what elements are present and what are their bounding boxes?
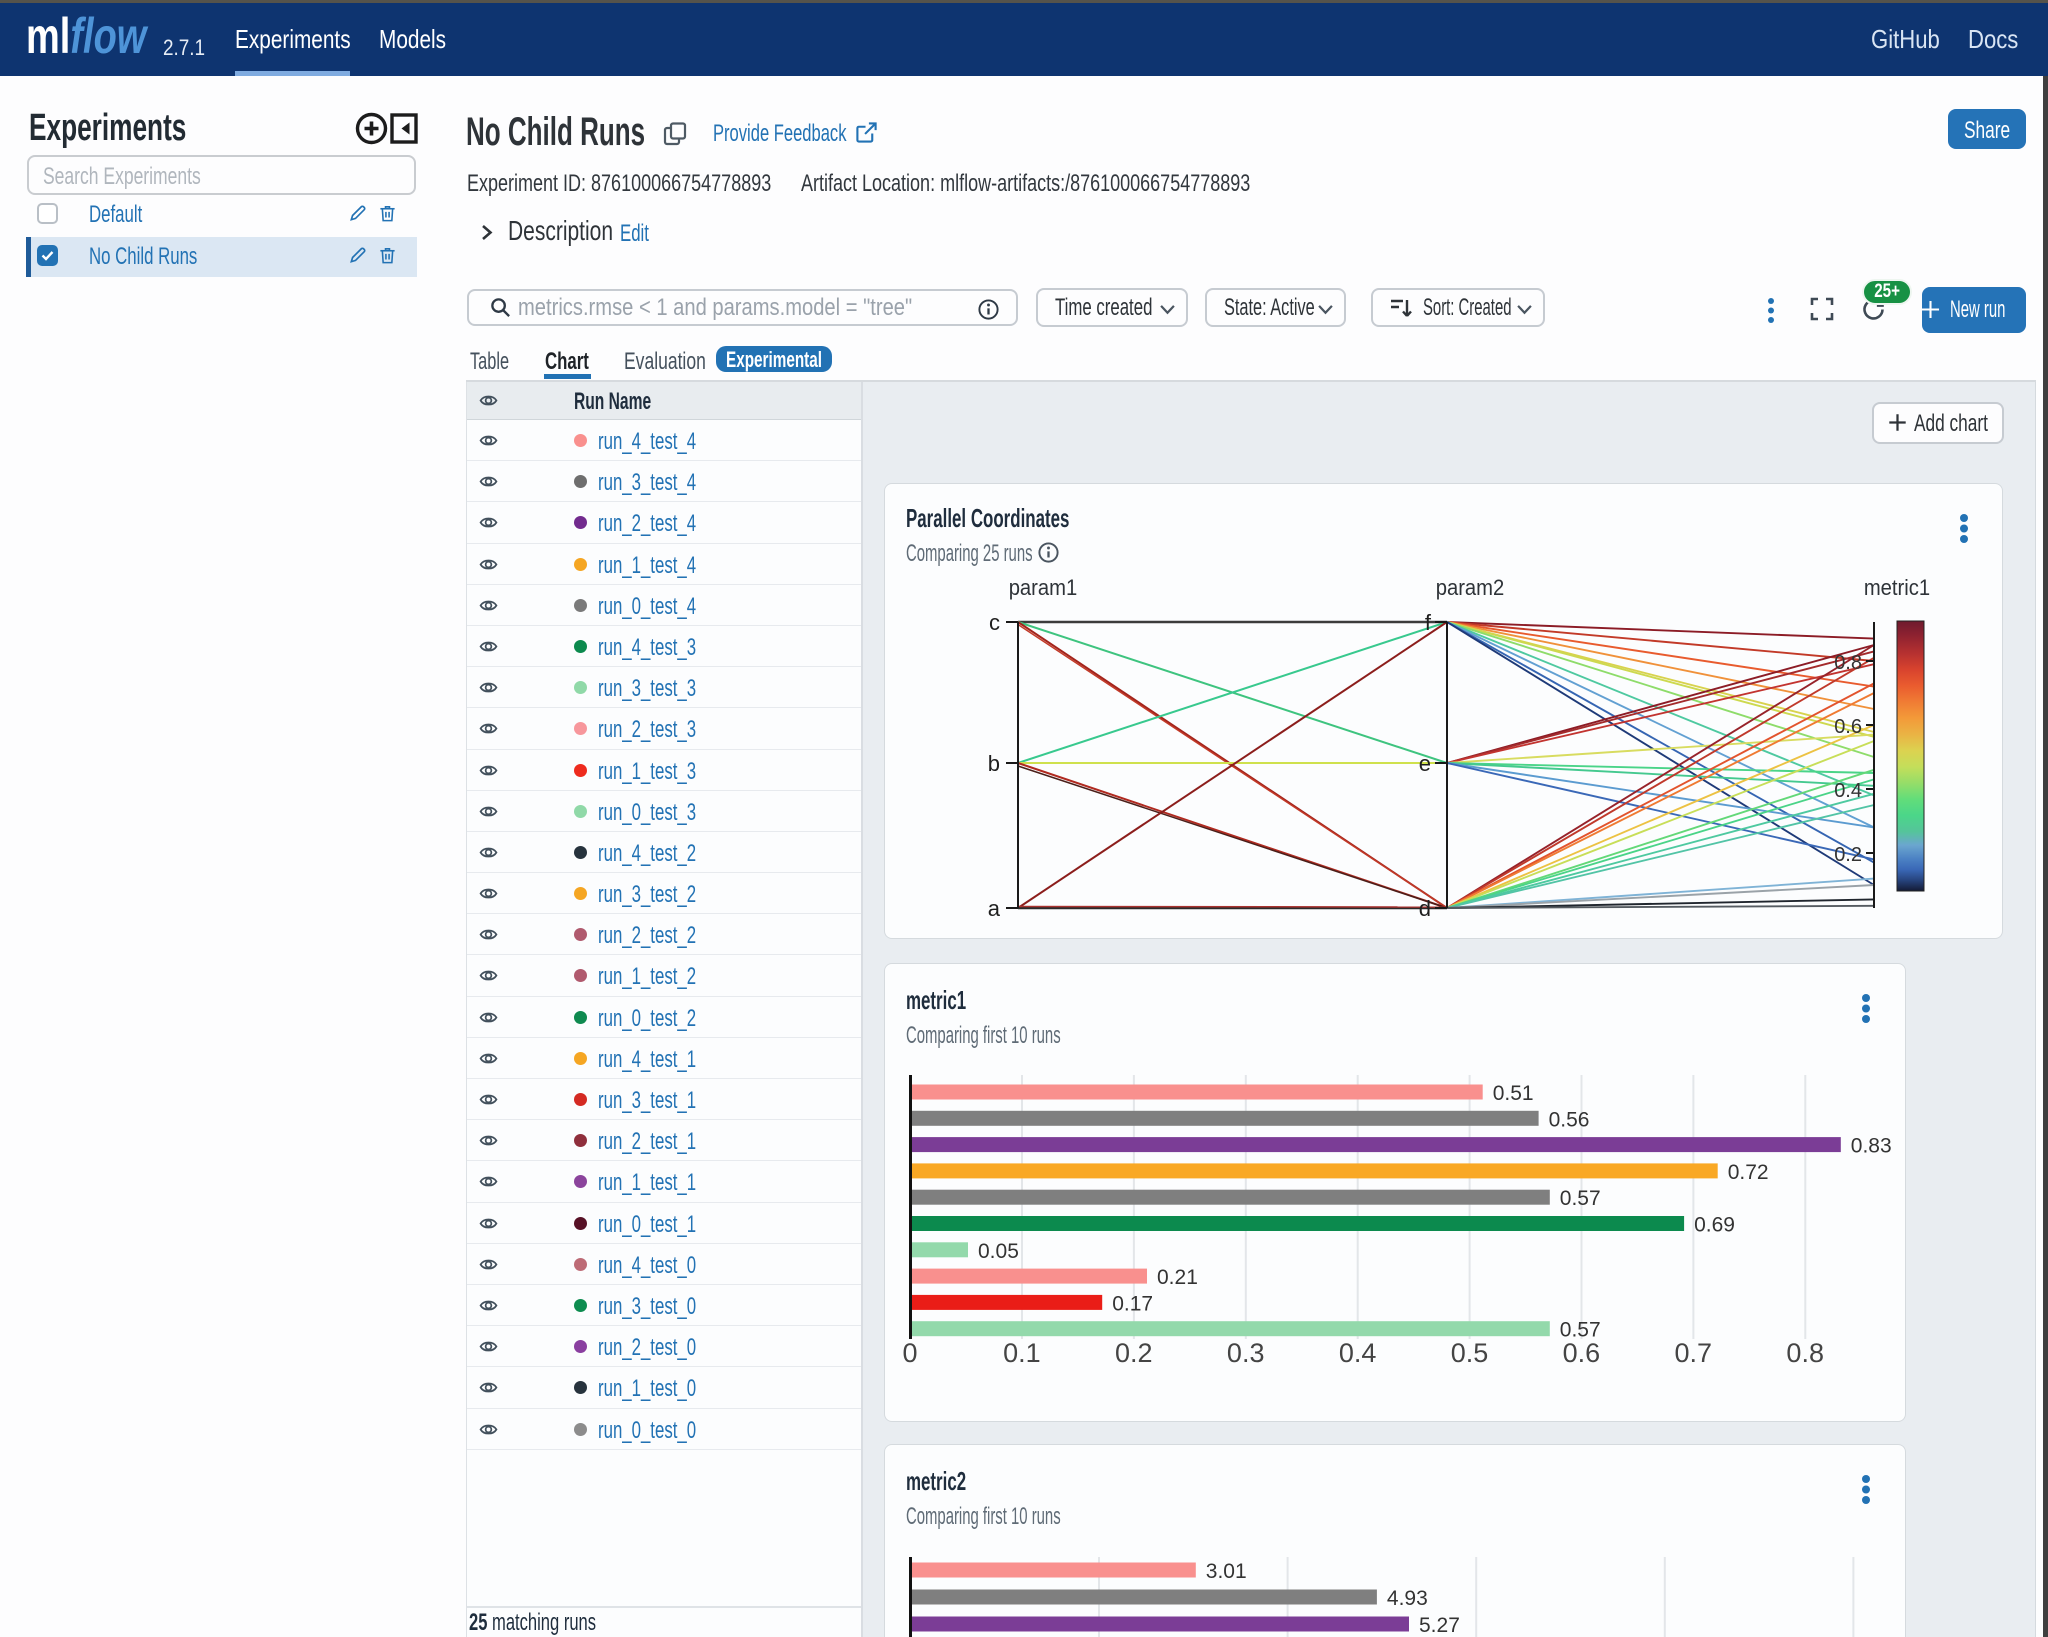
svg-text:0.2: 0.2 [1834,844,1862,866]
svg-text:0.6: 0.6 [1834,716,1862,738]
svg-text:0.2: 0.2 [1115,1338,1153,1368]
svg-text:c: c [989,610,1000,635]
svg-text:0.56: 0.56 [1549,1108,1590,1131]
svg-text:0.8: 0.8 [1786,1338,1824,1368]
svg-text:f: f [1425,610,1432,635]
svg-text:0.4: 0.4 [1339,1338,1377,1368]
svg-text:a: a [988,896,1001,921]
svg-text:0.7: 0.7 [1675,1338,1713,1368]
svg-text:0.72: 0.72 [1728,1161,1769,1184]
svg-text:0.51: 0.51 [1493,1082,1534,1105]
svg-text:param2: param2 [1436,576,1505,600]
svg-text:d: d [1419,896,1431,921]
svg-text:metric1: metric1 [1864,576,1930,600]
svg-text:4.93: 4.93 [1387,1587,1428,1610]
svg-text:0.83: 0.83 [1851,1135,1892,1158]
svg-text:0.4: 0.4 [1834,780,1862,802]
svg-text:0.17: 0.17 [1112,1292,1153,1315]
svg-text:0.6: 0.6 [1563,1338,1601,1368]
svg-text:0.5: 0.5 [1451,1338,1489,1368]
svg-text:0.57: 0.57 [1560,1187,1601,1210]
svg-text:0.69: 0.69 [1694,1214,1735,1237]
svg-text:5.27: 5.27 [1419,1614,1460,1637]
svg-text:0: 0 [902,1338,917,1368]
svg-text:e: e [1419,751,1431,776]
svg-text:0.05: 0.05 [978,1240,1019,1263]
svg-text:3.01: 3.01 [1206,1560,1247,1583]
svg-text:b: b [988,751,1000,776]
svg-text:param1: param1 [1009,576,1078,600]
svg-text:0.3: 0.3 [1227,1338,1265,1368]
svg-text:0.8: 0.8 [1834,652,1862,674]
svg-text:0.21: 0.21 [1157,1266,1198,1289]
svg-text:0.1: 0.1 [1003,1338,1041,1368]
